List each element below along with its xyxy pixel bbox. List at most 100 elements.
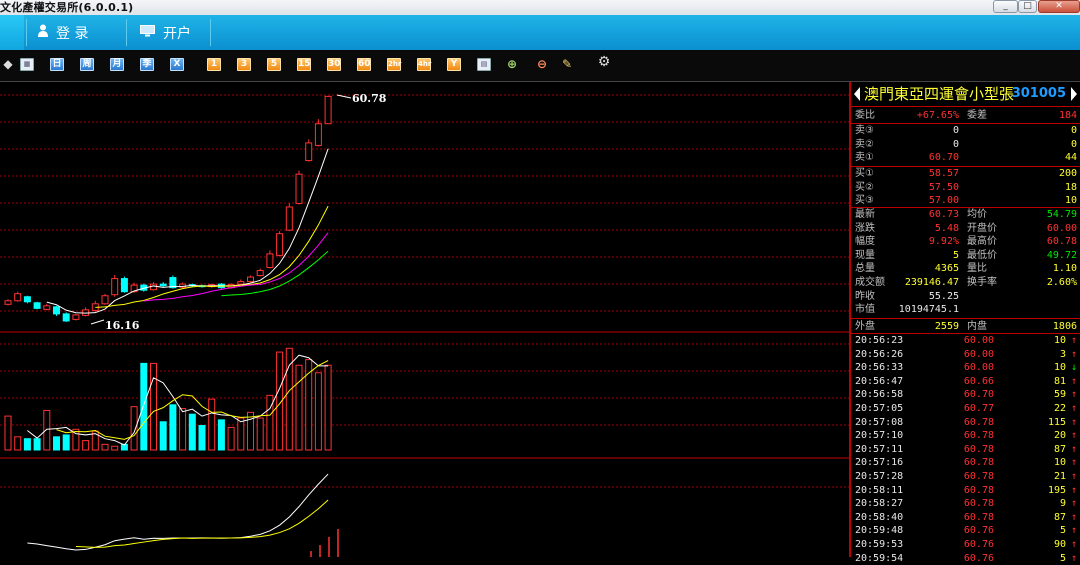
inner-label: 内盘 [967, 321, 987, 332]
chart-type-icon[interactable]: ◆ [1, 58, 15, 71]
candle-body [256, 270, 264, 277]
sell-row: 卖② 0 0 [851, 138, 1080, 151]
stat-value: 4365 [934, 263, 959, 275]
period-4hr-button[interactable]: 4hr [417, 58, 431, 71]
zoom-out-icon[interactable]: ⊖ [535, 58, 549, 71]
volume-bar [33, 438, 41, 451]
buy-level-label: 买③ [855, 195, 874, 206]
tick-time: 20:59:53 [855, 539, 904, 550]
volume-bar [130, 406, 138, 451]
buy-row: 买③ 57.00 10 [851, 194, 1080, 207]
volume-bar [53, 436, 60, 451]
tick-row: 20:58:40 60.78 87 ↑ [851, 511, 1080, 524]
period-60min-button[interactable]: 60 [357, 58, 371, 71]
tick-row: 20:56:23 60.00 10 ↑ [851, 334, 1080, 347]
calendar-icon[interactable]: ▦ [20, 58, 34, 71]
toolbar: ◆ ▦ 日 周 月 季 X 1 3 5 15 30 60 2hr 4hr Y ▤… [0, 50, 1080, 82]
stat-row: 总量 4365 量比 1.10 [851, 262, 1080, 275]
divider [851, 318, 1080, 319]
volume-bar [179, 408, 187, 451]
open-account-menu-item[interactable]: 开户 [140, 15, 191, 50]
tick-row: 20:59:54 60.76 5 ↑ [851, 552, 1080, 565]
weibi-label: 委比 [855, 110, 875, 121]
stat-label: 均价 [967, 209, 987, 220]
period-1min-button[interactable]: 1 [207, 58, 221, 71]
stat-label: 昨收 [855, 290, 875, 302]
menu-divider [126, 19, 127, 46]
volume-bar [23, 438, 31, 451]
tick-volume: 10 [1053, 362, 1066, 374]
tick-direction-icon: ↑ [1070, 375, 1077, 387]
period-x-button[interactable]: X [170, 58, 184, 71]
minimize-button[interactable]: _ [993, 0, 1018, 13]
next-arrow-icon[interactable] [1071, 87, 1077, 101]
edit-icon[interactable]: ✎ [560, 58, 574, 71]
volume-bar [43, 409, 51, 451]
period-5min-button[interactable]: 5 [267, 58, 281, 71]
stat-row: 成交额 239146.47 换手率 2.60% [851, 276, 1080, 289]
stat-row: 现量 5 最低价 49.72 [851, 249, 1080, 262]
period-month-button[interactable]: 月 [110, 58, 124, 71]
stat-value: 60.73 [928, 209, 959, 220]
volume-bar [314, 372, 322, 451]
gear-icon[interactable]: ⚙ [597, 55, 611, 69]
tick-price: 60.66 [963, 375, 994, 387]
buy-level-label: 买① [855, 168, 874, 179]
tick-volume: 87 [1053, 511, 1066, 523]
tick-direction-icon: ↑ [1070, 498, 1077, 510]
buy-volume: 18 [1064, 181, 1077, 193]
tick-direction-icon: ↑ [1070, 335, 1077, 346]
candle-body [111, 278, 119, 296]
stat-row: 昨收 55.25 [851, 290, 1080, 303]
quote-panel: 澳門東亞四運會小型張 301005 委比 +67.65% 委差 184 卖③ 0 0… [849, 82, 1080, 564]
outer-value: 2559 [934, 321, 959, 332]
period-15min-button[interactable]: 15 [297, 58, 311, 71]
stat-label: 最高价 [967, 236, 997, 248]
tick-price: 60.76 [963, 552, 994, 564]
tick-volume: 81 [1053, 375, 1066, 387]
candle-body [23, 296, 31, 303]
tick-time: 20:56:33 [855, 362, 904, 374]
candle-body [324, 95, 332, 125]
stat-label: 开盘价 [967, 222, 997, 234]
stat-label: 总量 [855, 263, 875, 275]
period-day-button[interactable]: 日 [50, 58, 64, 71]
ma5-line [46, 148, 329, 314]
maximize-button[interactable]: □ [1018, 0, 1037, 13]
period-year-button[interactable]: Y [447, 58, 461, 71]
candle-body [159, 283, 167, 287]
tick-row: 20:56:58 60.70 59 ↑ [851, 388, 1080, 401]
login-menu-item[interactable]: 登 录 [38, 15, 88, 50]
login-label: 登 录 [56, 25, 89, 42]
volume-bar [62, 434, 70, 451]
tick-direction-icon: ↑ [1070, 552, 1077, 564]
period-3min-button[interactable]: 3 [237, 58, 251, 71]
volume-bar [169, 404, 177, 451]
stat-label: 量比 [967, 263, 987, 275]
tick-direction-icon: ↑ [1070, 457, 1077, 469]
tick-time: 20:58:40 [855, 511, 904, 523]
calendar-icon[interactable]: ▤ [477, 58, 491, 71]
tick-volume: 10 [1053, 457, 1066, 469]
period-2hr-button[interactable]: 2hr [387, 58, 401, 71]
close-button[interactable]: ✕ [1038, 0, 1080, 13]
candle-body [266, 253, 274, 268]
period-season-button[interactable]: 季 [140, 58, 154, 71]
period-week-button[interactable]: 周 [80, 58, 94, 71]
zoom-in-icon[interactable]: ⊕ [505, 58, 519, 71]
candle-body [33, 302, 41, 309]
volume-bar [208, 398, 216, 451]
tick-time: 20:59:54 [855, 552, 904, 564]
menu-active-item[interactable] [0, 15, 24, 50]
volume-bar [256, 417, 264, 451]
tick-time: 20:58:11 [855, 484, 904, 496]
prev-arrow-icon[interactable] [854, 87, 860, 101]
weibi-row: 委比 +67.65% 委差 184 [851, 109, 1080, 122]
menu-divider [210, 19, 211, 46]
tick-price: 60.76 [963, 539, 994, 550]
quote-header: 澳門東亞四運會小型張 301005 [851, 82, 1080, 107]
volume-bar [111, 445, 119, 451]
period-30min-button[interactable]: 30 [327, 58, 341, 71]
tick-time: 20:57:08 [855, 416, 904, 428]
kline-chart[interactable]: 60.78 16.16 [0, 82, 849, 557]
